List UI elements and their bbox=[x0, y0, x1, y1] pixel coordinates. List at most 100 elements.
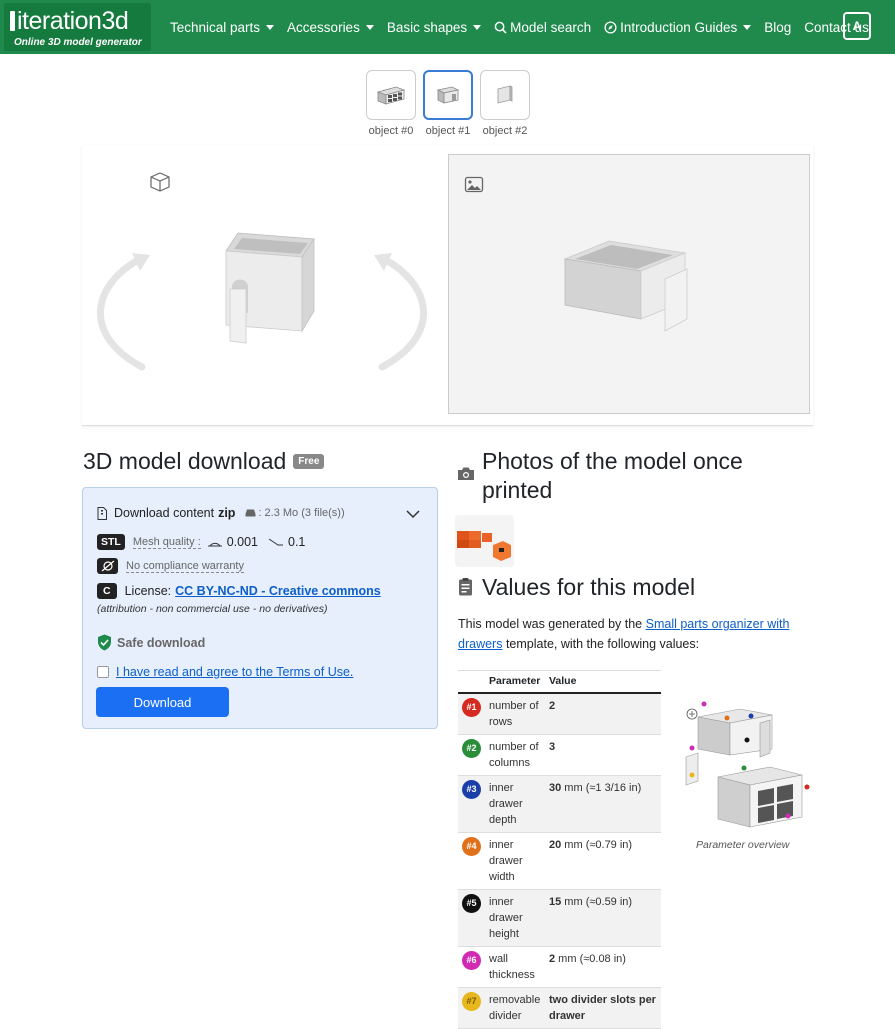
collapse-chevron-icon[interactable] bbox=[406, 506, 420, 524]
mesh-quality-label[interactable]: Mesh quality : bbox=[132, 536, 201, 549]
param-name: inner drawer width bbox=[485, 832, 545, 890]
table-row: #5 inner drawer height 15 mm (≈0.59 in) bbox=[458, 889, 661, 947]
param-name: removable divider bbox=[485, 987, 545, 1029]
cube-icon bbox=[150, 172, 170, 192]
camera-icon bbox=[457, 466, 475, 486]
table-row: #7 removable divider two divider slots per… bbox=[458, 987, 661, 1029]
language-button[interactable]: A bbox=[843, 12, 871, 40]
nav-model-search[interactable]: Model search bbox=[494, 20, 591, 35]
mesh-quality-row: STL Mesh quality : 0.001 0.1 bbox=[97, 534, 305, 550]
nav-technical-parts[interactable]: Technical parts bbox=[170, 20, 275, 35]
terms-checkbox[interactable] bbox=[97, 666, 109, 678]
table-row: #4 inner drawer width 20 mm (≈0.79 in) bbox=[458, 832, 661, 890]
file-zip-icon bbox=[97, 506, 107, 520]
drawer-block-icon bbox=[376, 86, 406, 105]
model-viewer-card bbox=[82, 145, 813, 426]
param-name: number of columns bbox=[485, 734, 545, 776]
brand-name: iteration3d bbox=[17, 7, 129, 35]
nav-basic-shapes[interactable]: Basic shapes bbox=[387, 20, 482, 35]
table-row: #3 inner drawer depth 30 mm (≈1 3/16 in) bbox=[458, 775, 661, 833]
template-intro: This model was generated by the Small pa… bbox=[458, 617, 790, 651]
nav-accessories[interactable]: Accessories bbox=[287, 20, 374, 35]
parameters-table: Parameter Value #1 number of rows 2 #2 numbe… bbox=[458, 670, 661, 1029]
param-name: number of rows bbox=[485, 692, 545, 735]
license-row: C License: CC BY-NC-ND - Creative common… bbox=[97, 583, 381, 599]
col-parameter: Parameter bbox=[485, 670, 545, 694]
license-link[interactable]: CC BY-NC-ND - Creative commons bbox=[175, 584, 381, 598]
caret-down-icon bbox=[743, 24, 752, 30]
photos-heading: Photos of the model once printed bbox=[482, 448, 743, 503]
param-number-badge: #1 bbox=[462, 697, 481, 717]
param-name: wall thickness bbox=[485, 946, 545, 988]
compass-icon bbox=[604, 20, 617, 34]
angle-icon bbox=[207, 537, 223, 547]
no-warranty-label[interactable]: No compliance warranty bbox=[126, 560, 244, 573]
object-label: object #0 bbox=[368, 125, 414, 137]
license-note: (attribution - non commercial use - no d… bbox=[97, 603, 328, 615]
param-name: inner drawer height bbox=[485, 889, 545, 947]
disk-icon bbox=[245, 509, 256, 517]
drawer-model bbox=[225, 232, 315, 344]
object-thumb-0[interactable]: object #0 bbox=[366, 70, 416, 137]
shield-check-icon bbox=[97, 634, 112, 651]
param-value: 30 mm (≈1 3/16 in) bbox=[545, 775, 661, 833]
drawer-icon bbox=[436, 86, 460, 104]
caret-down-icon bbox=[473, 24, 482, 30]
param-value: 20 mm (≈0.79 in) bbox=[545, 832, 661, 890]
param-value: 2 mm (≈0.08 in) bbox=[545, 946, 661, 988]
parameter-overview-caption: Parameter overview bbox=[696, 839, 790, 851]
download-button[interactable]: Download bbox=[96, 687, 229, 717]
parameter-overview-diagram[interactable] bbox=[680, 695, 812, 830]
caret-down-icon bbox=[365, 24, 374, 30]
object-selector: object #0 object #1 object #2 bbox=[366, 70, 530, 137]
warranty-row: No compliance warranty bbox=[97, 558, 244, 574]
printed-photo-thumb[interactable] bbox=[455, 515, 514, 567]
object-thumb-1[interactable]: object #1 bbox=[423, 70, 473, 137]
param-number-badge: #6 bbox=[462, 950, 481, 970]
object-label: object #1 bbox=[425, 125, 471, 137]
param-name: inner drawer depth bbox=[485, 775, 545, 833]
brand-tagline: Online 3D model generator bbox=[14, 37, 142, 48]
clipboard-icon bbox=[458, 577, 473, 601]
translate-icon: A bbox=[852, 19, 862, 33]
table-row: #6 wall thickness 2 mm (≈0.08 in) bbox=[458, 946, 661, 988]
terms-row: I have read and agree to the Terms of Us… bbox=[97, 665, 353, 679]
param-value: 3 bbox=[545, 734, 661, 776]
drawer-render bbox=[563, 240, 688, 332]
param-value: two divider slots per drawer bbox=[545, 987, 661, 1029]
deviation-icon bbox=[268, 537, 284, 547]
download-content-row: Download content zip : 2.3 Mo (3 file(s)… bbox=[97, 506, 345, 520]
top-navbar: iteration3d Online 3D model generator Te… bbox=[0, 0, 895, 54]
table-row: #1 number of rows 2 bbox=[458, 692, 661, 735]
param-number-badge: #3 bbox=[462, 779, 481, 799]
param-number-badge: #2 bbox=[462, 738, 481, 758]
nav-introduction-guides[interactable]: Introduction Guides bbox=[604, 20, 752, 35]
cc-tag: C bbox=[97, 583, 117, 599]
3d-viewer[interactable] bbox=[82, 145, 442, 426]
render-preview bbox=[448, 154, 810, 414]
download-card: Download content zip : 2.3 Mo (3 file(s)… bbox=[82, 487, 438, 729]
stl-tag: STL bbox=[97, 534, 125, 550]
download-heading: 3D model download Free bbox=[83, 448, 325, 475]
param-number-badge: #5 bbox=[462, 893, 481, 913]
caret-down-icon bbox=[266, 24, 275, 30]
no-warranty-icon bbox=[97, 558, 118, 574]
nav-menu: Technical parts Accessories Basic shapes… bbox=[170, 0, 882, 54]
param-value: 2 bbox=[545, 692, 661, 735]
free-badge: Free bbox=[293, 454, 325, 469]
search-icon bbox=[494, 21, 507, 34]
table-row: #2 number of columns 3 bbox=[458, 734, 661, 776]
object-label: object #2 bbox=[482, 125, 528, 137]
safe-download-row: Safe download bbox=[97, 634, 205, 651]
param-number-badge: #7 bbox=[462, 991, 481, 1011]
col-value: Value bbox=[545, 670, 661, 694]
divider-icon bbox=[497, 85, 513, 104]
terms-link[interactable]: I have read and agree to the Terms of Us… bbox=[116, 665, 353, 679]
values-heading: Values for this model bbox=[482, 574, 696, 600]
param-value: 15 mm (≈0.59 in) bbox=[545, 889, 661, 947]
brand-logo[interactable]: iteration3d Online 3D model generator bbox=[4, 3, 151, 51]
object-thumb-2[interactable]: object #2 bbox=[480, 70, 530, 137]
nav-blog[interactable]: Blog bbox=[764, 20, 791, 35]
param-number-badge: #4 bbox=[462, 836, 481, 856]
image-icon bbox=[464, 176, 484, 193]
